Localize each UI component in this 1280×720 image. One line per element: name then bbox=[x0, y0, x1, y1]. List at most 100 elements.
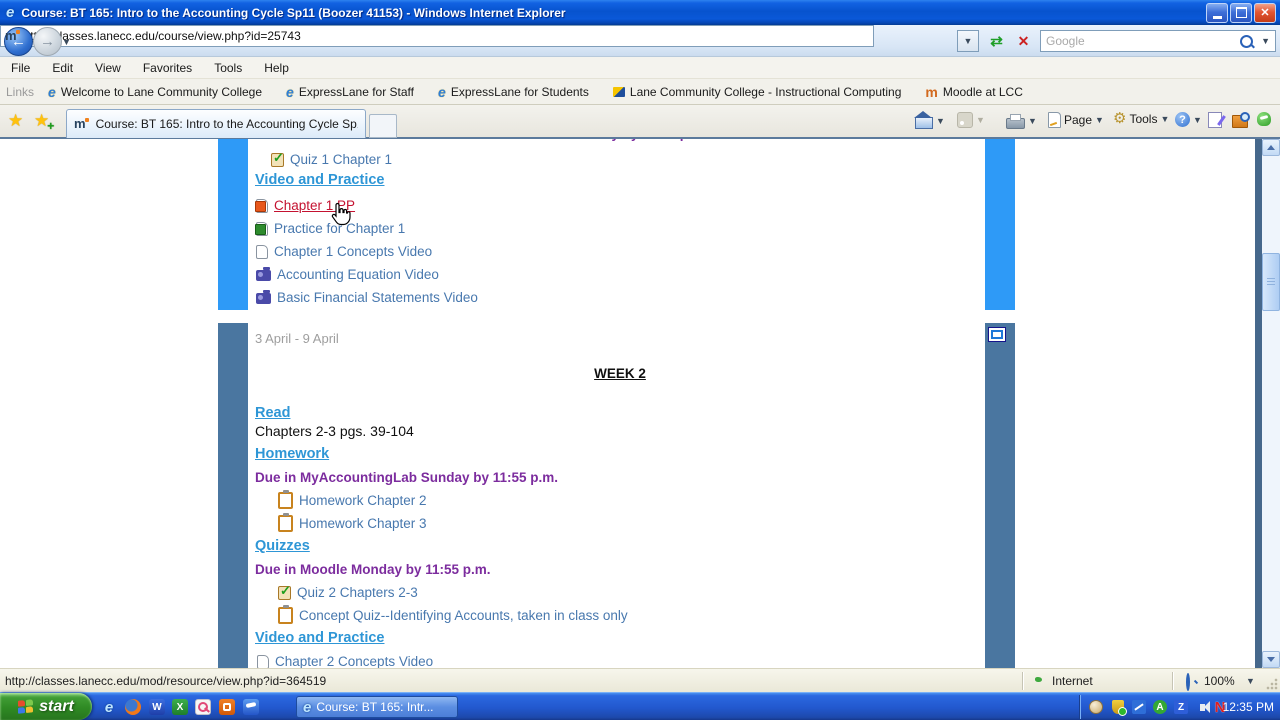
arrow-down-icon bbox=[1267, 657, 1275, 662]
course-item-ch1-concepts-video[interactable]: Chapter 1 Concepts Video bbox=[256, 243, 432, 260]
page-menu-button[interactable]: Page▼ bbox=[1048, 112, 1104, 128]
link-expresslane-staff[interactable]: e ExpressLane for Staff bbox=[286, 84, 414, 100]
course-item-basic-financial-video[interactable]: Basic Financial Statements Video bbox=[256, 289, 478, 306]
window-titlebar: e Course: BT 165: Intro to the Accountin… bbox=[0, 0, 1280, 25]
minimize-button[interactable] bbox=[1206, 3, 1228, 23]
tray-green-a-icon[interactable]: A bbox=[1152, 699, 1168, 715]
address-field[interactable]: m bbox=[0, 25, 874, 47]
favorites-star-icon[interactable]: ★ bbox=[8, 111, 23, 131]
zoom-level: 100% bbox=[1204, 674, 1235, 688]
address-toolbar: ← → ▼ m ▼ ⇄ ✕ ▼ bbox=[0, 25, 1280, 57]
show-only-week-button[interactable] bbox=[988, 327, 1006, 342]
ie-page-icon: e bbox=[48, 84, 56, 100]
vertical-scrollbar[interactable] bbox=[1262, 139, 1280, 668]
help-button[interactable]: ?▼ bbox=[1175, 112, 1202, 127]
tray-volume-icon[interactable] bbox=[1194, 699, 1210, 715]
refresh-icon: ⇄ bbox=[990, 32, 1003, 50]
taskbar-task-course[interactable]: e Course: BT 165: Intr... bbox=[296, 696, 458, 718]
messenger-button[interactable] bbox=[1257, 112, 1271, 126]
print-button[interactable]: ▼ bbox=[1006, 112, 1037, 129]
quicklaunch-ie-icon[interactable]: e bbox=[100, 698, 118, 716]
menu-file[interactable]: File bbox=[0, 61, 41, 75]
close-button[interactable]: ✕ bbox=[1254, 3, 1276, 23]
start-button[interactable]: start bbox=[0, 693, 92, 720]
minimize-icon bbox=[1213, 16, 1222, 19]
course-item-homework-ch3[interactable]: Homework Chapter 3 bbox=[278, 515, 427, 532]
recent-pages-dropdown[interactable]: ▼ bbox=[62, 37, 71, 47]
page-icon bbox=[1048, 112, 1061, 128]
taskbar-clock: 12:35 PM bbox=[1223, 700, 1274, 714]
menu-tools[interactable]: Tools bbox=[203, 61, 253, 75]
scrollbar-thumb[interactable] bbox=[1262, 253, 1280, 311]
moodle-favicon: m bbox=[74, 119, 86, 129]
lcc-icon bbox=[613, 87, 625, 97]
start-label: start bbox=[39, 698, 74, 716]
search-input[interactable] bbox=[1041, 34, 1240, 48]
scroll-down-button[interactable] bbox=[1262, 651, 1280, 668]
current-week-left-bar bbox=[218, 139, 248, 310]
link-lcc-instructional[interactable]: Lane Community College - Instructional C… bbox=[613, 85, 901, 99]
tray-round-icon[interactable] bbox=[1088, 699, 1104, 715]
feeds-button[interactable]: ▼ bbox=[957, 112, 985, 128]
chevron-down-icon: ▼ bbox=[1028, 116, 1037, 126]
stop-button[interactable]: ✕ bbox=[1011, 29, 1036, 53]
quicklaunch-blue-app-icon[interactable] bbox=[242, 698, 260, 716]
menu-favorites[interactable]: Favorites bbox=[132, 61, 203, 75]
forward-button[interactable]: → bbox=[33, 27, 62, 56]
course-item-quiz2[interactable]: Quiz 2 Chapters 2-3 bbox=[278, 584, 418, 601]
tray-shield-icon[interactable] bbox=[1110, 699, 1126, 715]
address-dropdown-button[interactable]: ▼ bbox=[957, 30, 979, 52]
quicklaunch-firefox-icon[interactable] bbox=[124, 698, 142, 716]
quizzes-heading: Quizzes bbox=[255, 538, 310, 554]
research-button[interactable] bbox=[1232, 112, 1248, 128]
zoom-dropdown[interactable]: ▼ bbox=[1246, 676, 1255, 686]
menu-view[interactable]: View bbox=[84, 61, 132, 75]
new-tab-button[interactable] bbox=[369, 114, 397, 138]
course-item-label: Basic Financial Statements Video bbox=[277, 290, 478, 305]
quicklaunch-key-app-icon[interactable] bbox=[194, 698, 212, 716]
windows-logo-icon bbox=[18, 699, 33, 715]
course-item-quiz1[interactable]: Quiz 1 Chapter 1 bbox=[271, 151, 392, 168]
scroll-up-button[interactable] bbox=[1262, 139, 1280, 156]
add-favorite-icon[interactable]: ★ bbox=[34, 111, 49, 131]
url-input[interactable] bbox=[22, 28, 869, 44]
link-expresslane-students[interactable]: e ExpressLane for Students bbox=[438, 84, 589, 100]
page-edge-strip bbox=[1255, 139, 1262, 668]
menu-edit[interactable]: Edit bbox=[41, 61, 84, 75]
course-item-ch2-concepts-video[interactable]: Chapter 2 Concepts Video bbox=[257, 653, 433, 668]
quicklaunch-orange-app-icon[interactable] bbox=[218, 698, 236, 716]
video-icon bbox=[256, 293, 271, 304]
search-options-dropdown[interactable]: ▼ bbox=[1261, 36, 1270, 46]
page-content: Due in Moodle Monday by 11:55 p.m. Quiz … bbox=[0, 139, 1262, 668]
tab-bar: ★ ★ m Course: BT 165: Intro to the Accou… bbox=[0, 105, 1280, 139]
refresh-button[interactable]: ⇄ bbox=[984, 29, 1009, 53]
status-bar: http://classes.lanecc.edu/mod/resource/v… bbox=[0, 668, 1280, 692]
tray-blue-key-icon[interactable] bbox=[1131, 699, 1147, 715]
link-label: Welcome to Lane Community College bbox=[61, 85, 262, 99]
edit-page-button[interactable] bbox=[1208, 112, 1222, 128]
quicklaunch-excel-icon[interactable]: X bbox=[171, 698, 189, 716]
course-item-accounting-equation-video[interactable]: Accounting Equation Video bbox=[256, 266, 439, 283]
home-button[interactable]: ▼ bbox=[915, 112, 945, 129]
research-book-icon bbox=[1232, 115, 1248, 128]
link-moodle-lcc[interactable]: m Moodle at LCC bbox=[925, 85, 1023, 99]
tools-menu-button[interactable]: ⚙Tools▼ bbox=[1113, 112, 1169, 126]
restore-button[interactable] bbox=[1230, 3, 1252, 23]
taskbar: start e W X e Course: BT 165: Intr... A … bbox=[0, 692, 1280, 720]
page-icon bbox=[256, 245, 268, 259]
quiz-icon bbox=[271, 153, 284, 167]
quizzes-due-text: Due in Moodle Monday by 11:55 p.m. bbox=[255, 562, 491, 577]
tray-z-icon[interactable]: Z bbox=[1173, 699, 1189, 715]
page-menu-label: Page bbox=[1064, 113, 1092, 127]
links-bar: Links e Welcome to Lane Community Colleg… bbox=[0, 79, 1280, 105]
quicklaunch-word-icon[interactable]: W bbox=[148, 698, 166, 716]
assignment-icon bbox=[278, 515, 293, 532]
course-item-homework-ch2[interactable]: Homework Chapter 2 bbox=[278, 492, 427, 509]
menu-help[interactable]: Help bbox=[253, 61, 300, 75]
search-icon[interactable] bbox=[1240, 35, 1253, 48]
course-item-concept-quiz[interactable]: Concept Quiz--Identifying Accounts, take… bbox=[278, 607, 628, 624]
chevron-down-icon: ▼ bbox=[964, 36, 973, 46]
course-item-label: Homework Chapter 2 bbox=[299, 493, 427, 508]
link-welcome-lcc[interactable]: e Welcome to Lane Community College bbox=[48, 84, 262, 100]
tab-course[interactable]: m Course: BT 165: Intro to the Accountin… bbox=[66, 109, 366, 138]
